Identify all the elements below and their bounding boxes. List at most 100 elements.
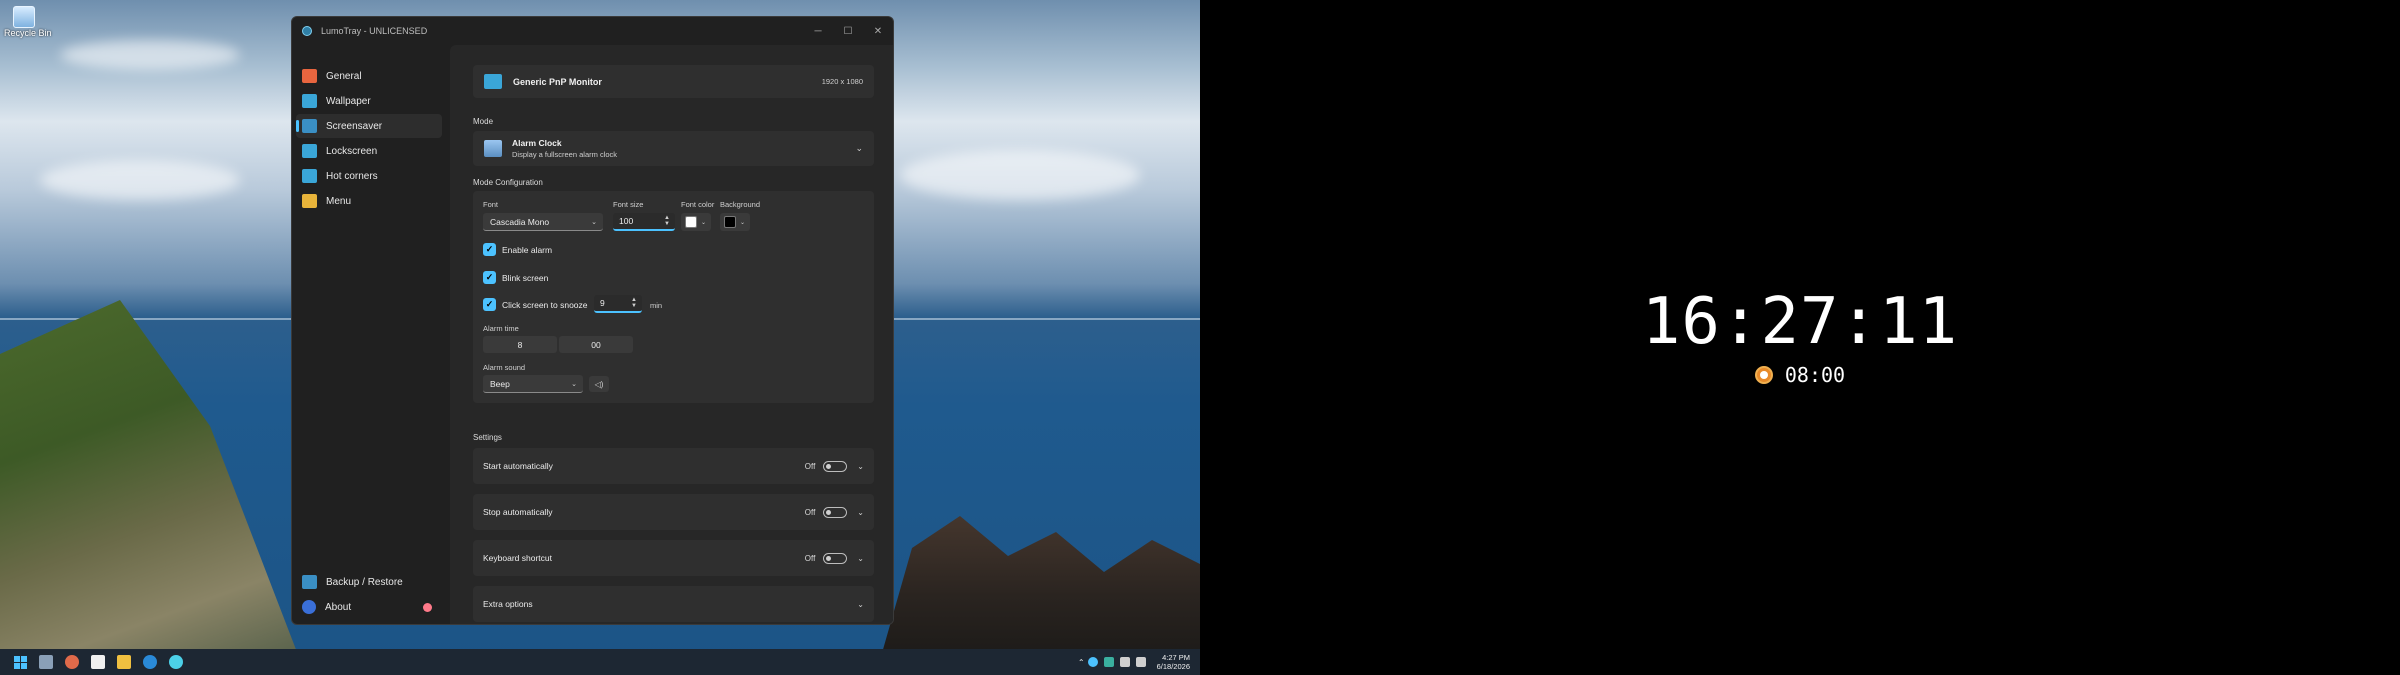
sidebar-bottom: Backup / Restore About [292, 569, 446, 620]
checkmark-icon: ✓ [483, 243, 496, 256]
sidebar-item-menu[interactable]: Menu [296, 189, 442, 213]
background-color-picker[interactable]: ⌄ [720, 213, 750, 231]
file-explorer-icon[interactable] [117, 655, 131, 669]
snooze-unit: min [650, 301, 663, 310]
snooze-minutes-input[interactable]: 9 ▲ ▼ [594, 295, 642, 313]
calendar-app-icon[interactable] [91, 655, 105, 669]
enable-alarm-checkbox[interactable]: ✓ Enable alarm [483, 243, 552, 256]
maximize-button[interactable]: ☐ [833, 17, 863, 45]
font-size-input[interactable]: 100 ▲ ▼ [613, 213, 675, 231]
start-automatically-toggle[interactable] [823, 460, 848, 472]
task-view-icon[interactable] [39, 655, 53, 669]
content-pane: Generic PnP Monitor 1920 x 1080 Mode Ala… [450, 45, 893, 624]
hot-corners-icon [302, 169, 317, 183]
title-bar[interactable]: LumoTray - UNLICENSED ─ ☐ ✕ [292, 17, 893, 45]
start-automatically-row[interactable]: Start automatically Off ⌄ [473, 448, 874, 484]
mode-description: Display a fullscreen alarm clock [512, 150, 618, 159]
network-icon[interactable] [1119, 657, 1130, 667]
mode-selector[interactable]: Alarm Clock Display a fullscreen alarm c… [473, 131, 874, 166]
alarm-sound-label: Alarm sound [483, 363, 526, 372]
app-tray-icon[interactable] [1103, 657, 1114, 667]
snooze-label: Click screen to snooze [502, 299, 588, 310]
alarm-sound-dropdown[interactable]: Beep ⌄ [483, 375, 583, 393]
font-color-label: Font color [681, 200, 715, 209]
sidebar-item-general[interactable]: General [296, 64, 442, 88]
lumotray-window: LumoTray - UNLICENSED ─ ☐ ✕ General Wall… [291, 16, 894, 625]
alarm-minute-picker[interactable]: 00 [559, 336, 633, 353]
lumotray-tray-icon[interactable] [1087, 657, 1098, 667]
chevron-down-icon[interactable]: ⌄ [857, 508, 864, 517]
font-color-picker[interactable]: ⌄ [681, 213, 711, 231]
sidebar-item-wallpaper[interactable]: Wallpaper [296, 89, 442, 113]
cloud [60, 40, 240, 70]
alarm-clock-mode-icon [484, 140, 502, 157]
setting-label: Start automatically [483, 461, 553, 471]
screensaver-alarm: 08:00 [1200, 363, 2400, 387]
paint-app-icon[interactable] [65, 655, 79, 669]
monitor-name: Generic PnP Monitor [513, 76, 602, 87]
sidebar-item-about[interactable]: About [296, 595, 442, 619]
stop-automatically-row[interactable]: Stop automatically Off ⌄ [473, 494, 874, 530]
toggle-state: Off [804, 461, 816, 471]
alarm-hour-picker[interactable]: 8 [483, 336, 557, 353]
blink-screen-checkbox[interactable]: ✓ Blink screen [483, 271, 548, 284]
chevron-down-icon[interactable]: ⌄ [857, 600, 864, 609]
chevron-down-icon[interactable]: ⌄ [857, 554, 864, 563]
settings-section-label: Settings [473, 433, 502, 442]
spinner-icon[interactable]: ▲ ▼ [631, 297, 637, 309]
keyboard-shortcut-toggle[interactable] [823, 552, 848, 564]
menu-tree-icon [302, 194, 317, 208]
close-icon: ✕ [873, 25, 883, 37]
font-value: Cascadia Mono [490, 216, 550, 227]
chevron-down-icon: ⌄ [571, 380, 577, 388]
sidebar-item-lockscreen[interactable]: Lockscreen [296, 139, 442, 163]
home-icon [302, 69, 317, 83]
maximize-icon: ☐ [843, 25, 853, 37]
play-sound-button[interactable]: ◁) [589, 376, 609, 392]
sidebar-item-screensaver[interactable]: Screensaver [296, 114, 442, 138]
sidebar-item-label: About [325, 601, 352, 613]
snooze-value: 9 [600, 298, 605, 308]
extra-options-row[interactable]: Extra options ⌄ [473, 586, 874, 622]
recycle-bin-shortcut[interactable]: Recycle Bin [4, 6, 52, 38]
sidebar-item-hot-corners[interactable]: Hot corners [296, 164, 442, 188]
font-size-value: 100 [619, 216, 634, 226]
mode-configuration-card: Font Cascadia Mono ⌄ Font size 100 ▲ ▼ Fo… [473, 191, 874, 403]
sidebar-item-label: General [326, 70, 362, 82]
chevron-up-icon[interactable]: ⌃ [1078, 658, 1085, 667]
alarm-hour: 8 [517, 339, 523, 350]
chevron-down-icon: ⌄ [701, 219, 707, 226]
spinner-icon[interactable]: ▲ ▼ [664, 215, 670, 227]
font-label: Font [483, 200, 499, 209]
volume-icon[interactable] [1135, 657, 1146, 667]
font-dropdown[interactable]: Cascadia Mono ⌄ [483, 213, 603, 231]
stop-automatically-toggle[interactable] [823, 506, 848, 518]
sidebar-item-backup-restore[interactable]: Backup / Restore [296, 570, 442, 594]
monitor-card[interactable]: Generic PnP Monitor 1920 x 1080 [473, 65, 874, 98]
taskbar-clock[interactable]: 4:27 PM 6/18/2026 [1157, 653, 1190, 671]
alarm-sound-value: Beep [490, 378, 510, 389]
snooze-checkbox[interactable]: ✓ Click screen to snooze [483, 298, 588, 311]
start-button[interactable] [14, 655, 27, 669]
windows-logo-icon [14, 655, 20, 662]
font-size-label: Font size [613, 200, 644, 209]
chevron-down-icon[interactable]: ⌄ [857, 462, 864, 471]
alarm-clock-screensaver[interactable]: 16:27:11 08:00 [1200, 0, 2400, 675]
cloud [40, 160, 240, 200]
system-tray: ⌃ 4:27 PM 6/18/2026 [1078, 653, 1190, 671]
checkmark-icon: ✓ [483, 271, 496, 284]
edge-browser-icon[interactable] [143, 655, 157, 669]
sidebar-item-label: Lockscreen [326, 145, 378, 157]
mode-title: Alarm Clock [512, 138, 562, 148]
close-button[interactable]: ✕ [863, 17, 893, 45]
sidebar-item-label: Wallpaper [326, 95, 371, 107]
sidebar-item-label: Hot corners [326, 170, 378, 182]
info-icon [302, 600, 316, 614]
lumotray-taskbar-icon[interactable] [169, 655, 183, 669]
minimize-button[interactable]: ─ [803, 17, 833, 45]
desktop-left-monitor: Recycle Bin LumoTray - UNLICENSED ─ ☐ ✕ … [0, 0, 1200, 675]
sidebar-item-label: Screensaver [326, 120, 383, 132]
keyboard-shortcut-row[interactable]: Keyboard shortcut Off ⌄ [473, 540, 874, 576]
lockscreen-icon [302, 144, 317, 158]
wallpaper-icon [302, 94, 317, 108]
